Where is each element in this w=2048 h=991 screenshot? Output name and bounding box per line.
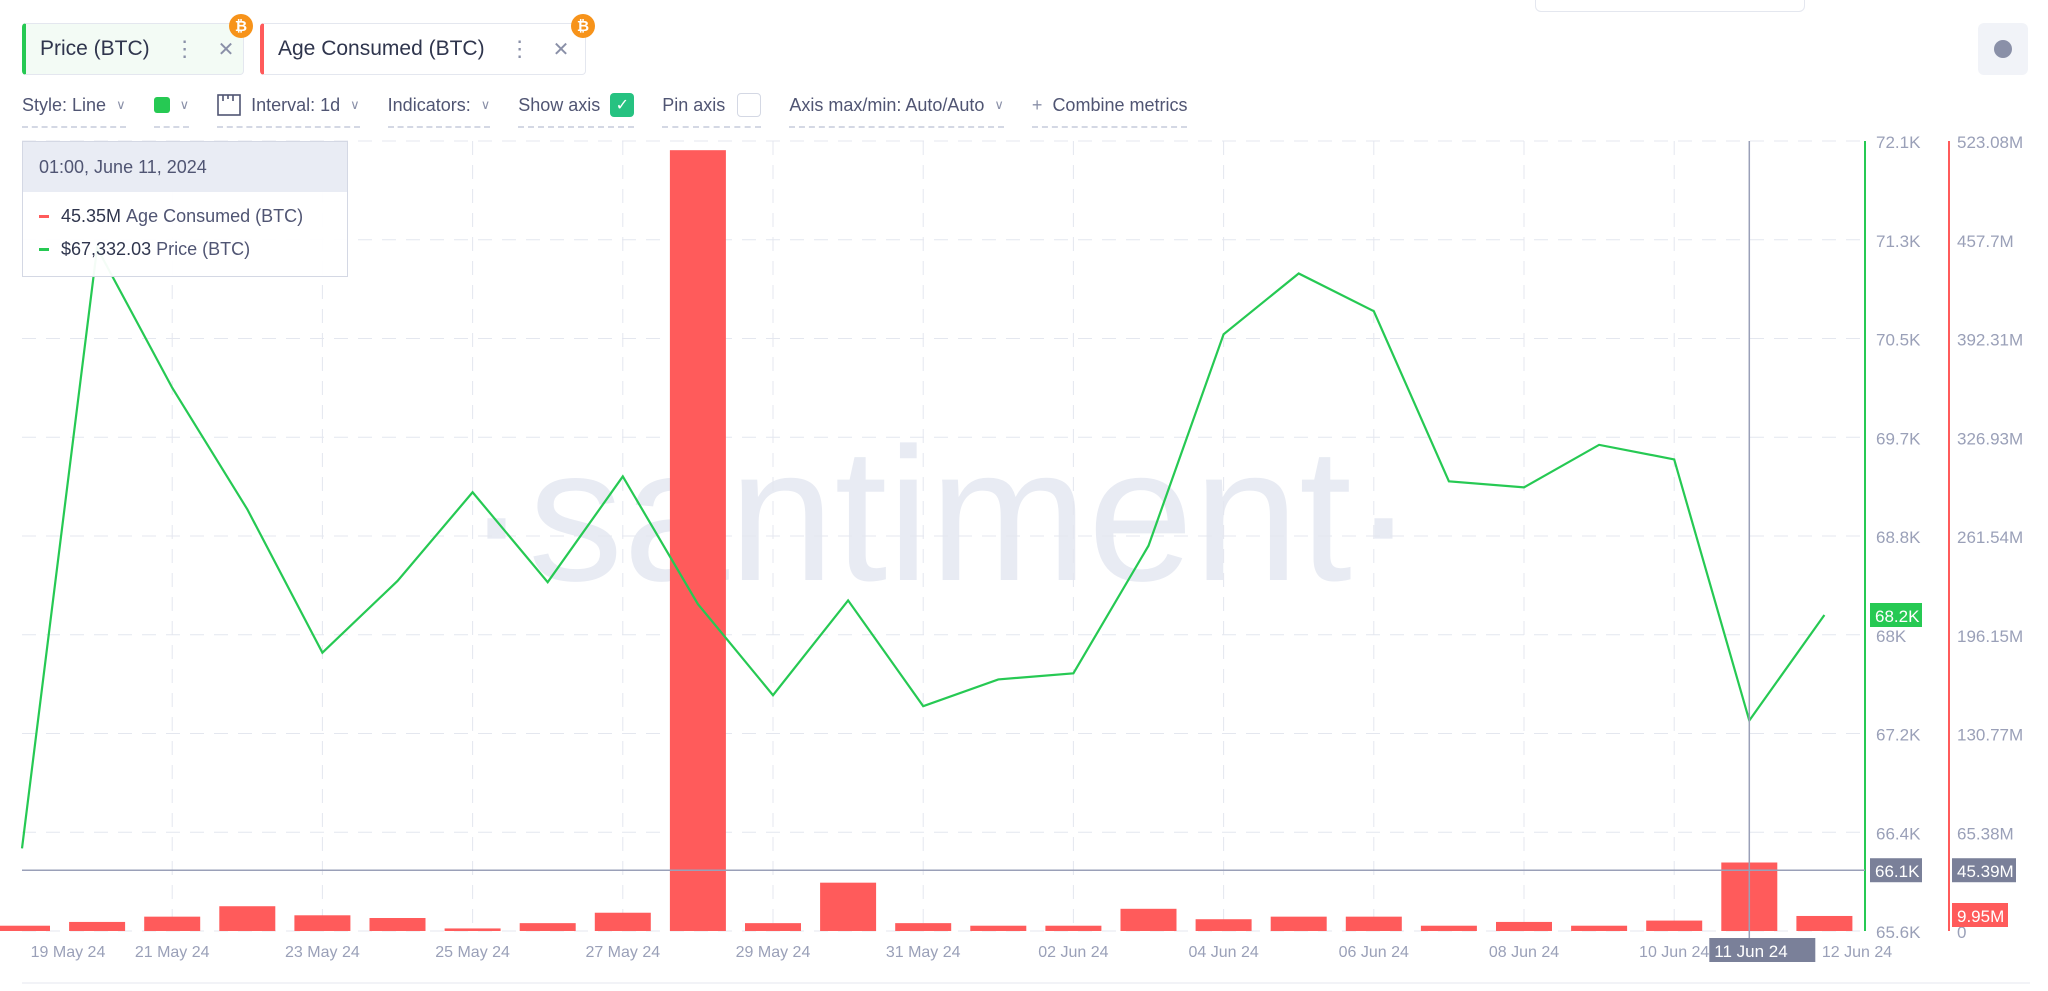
bar-age-consumed bbox=[1796, 915, 1853, 931]
price-axis-tick: 68.8K bbox=[1876, 528, 1921, 547]
bar-age-consumed bbox=[895, 923, 952, 931]
age-axis-tick: 130.77M bbox=[1957, 726, 2023, 745]
price-axis-tick: 69.7K bbox=[1876, 429, 1921, 448]
tooltip-value: 45.35M bbox=[61, 206, 122, 226]
bar-age-consumed bbox=[144, 916, 201, 931]
price-axis-tick: 65.6K bbox=[1876, 923, 1921, 942]
x-axis-tick: 23 May 24 bbox=[285, 944, 360, 961]
price-axis-tick: 71.3K bbox=[1876, 232, 1921, 251]
age-axis-tick: 65.38M bbox=[1957, 824, 2014, 843]
bar-age-consumed bbox=[1420, 925, 1477, 931]
bar-age-consumed bbox=[1646, 920, 1703, 931]
bar-age-consumed bbox=[444, 928, 501, 931]
bar-age-consumed bbox=[369, 918, 426, 931]
x-axis-tick: 21 May 24 bbox=[135, 944, 210, 961]
x-axis-tick: 31 May 24 bbox=[886, 944, 961, 961]
age-axis-tick: 457.7M bbox=[1957, 232, 2014, 251]
x-axis-tick: 02 Jun 24 bbox=[1038, 944, 1108, 961]
tooltip-row-price: $67,332.03 Price (BTC) bbox=[23, 239, 347, 260]
bar-age-consumed bbox=[970, 925, 1027, 931]
price-axis-tick: 70.5K bbox=[1876, 331, 1921, 350]
tooltip-label: Age Consumed (BTC) bbox=[126, 206, 304, 226]
price-axis-tick: 72.1K bbox=[1876, 133, 1921, 152]
price-axis-tick: 68K bbox=[1876, 627, 1907, 646]
legend-marker bbox=[39, 215, 49, 218]
bar-age-consumed bbox=[594, 912, 651, 931]
age-axis-tick: 392.31M bbox=[1957, 331, 2023, 350]
age-cursor-label: 45.39M bbox=[1957, 862, 2014, 881]
tooltip: 01:00, June 11, 2024 45.35M Age Consumed … bbox=[22, 141, 348, 277]
x-axis-tick: 08 Jun 24 bbox=[1489, 944, 1559, 961]
x-axis-tick: 06 Jun 24 bbox=[1339, 944, 1409, 961]
bar-age-consumed bbox=[69, 921, 126, 931]
bar-age-consumed bbox=[1496, 921, 1552, 931]
legend-marker bbox=[39, 248, 49, 251]
bar-age-consumed bbox=[1345, 916, 1402, 931]
x-axis-tick: 25 May 24 bbox=[435, 944, 510, 961]
age-axis-tick: 261.54M bbox=[1957, 528, 2023, 547]
x-axis-tick: 19 May 24 bbox=[31, 944, 106, 961]
bar-age-consumed bbox=[0, 925, 50, 931]
x-axis-tick: 12 Jun 24 bbox=[1822, 944, 1892, 961]
tooltip-label: Price (BTC) bbox=[156, 239, 251, 259]
bar-age-consumed bbox=[1195, 919, 1252, 931]
tooltip-row-age: 45.35M Age Consumed (BTC) bbox=[23, 206, 347, 227]
tooltip-date: 01:00, June 11, 2024 bbox=[23, 142, 347, 192]
price-last-label: 68.2K bbox=[1875, 607, 1920, 626]
x-axis-tick: 27 May 24 bbox=[585, 944, 660, 961]
bar-age-consumed bbox=[820, 882, 877, 931]
x-axis-tick: 29 May 24 bbox=[736, 944, 811, 961]
bar-age-consumed bbox=[1045, 925, 1102, 931]
bar-age-consumed bbox=[1120, 908, 1177, 931]
age-axis-tick: 196.15M bbox=[1957, 627, 2023, 646]
bar-age-consumed bbox=[519, 923, 576, 931]
bar-age-consumed bbox=[1571, 925, 1628, 931]
bar-age-consumed bbox=[294, 915, 351, 931]
age-last-label: 9.95M bbox=[1957, 907, 2004, 926]
x-axis-tick: 04 Jun 24 bbox=[1188, 944, 1258, 961]
x-axis-tick: 10 Jun 24 bbox=[1639, 944, 1709, 961]
bar-age-consumed bbox=[1270, 916, 1327, 931]
watermark: ·santiment· bbox=[465, 409, 1415, 621]
age-axis-tick: 326.93M bbox=[1957, 429, 2023, 448]
price-cursor-label: 66.1K bbox=[1875, 862, 1920, 881]
bar-age-consumed bbox=[745, 923, 801, 931]
tooltip-value: $67,332.03 bbox=[61, 239, 152, 259]
crosshair-date-label: 11 Jun 24 bbox=[1714, 942, 1787, 961]
price-axis-tick: 67.2K bbox=[1876, 726, 1921, 745]
bar-age-consumed bbox=[669, 150, 726, 931]
age-axis-tick: 523.08M bbox=[1957, 133, 2023, 152]
price-axis-tick: 66.4K bbox=[1876, 824, 1921, 843]
bar-age-consumed bbox=[219, 906, 276, 931]
